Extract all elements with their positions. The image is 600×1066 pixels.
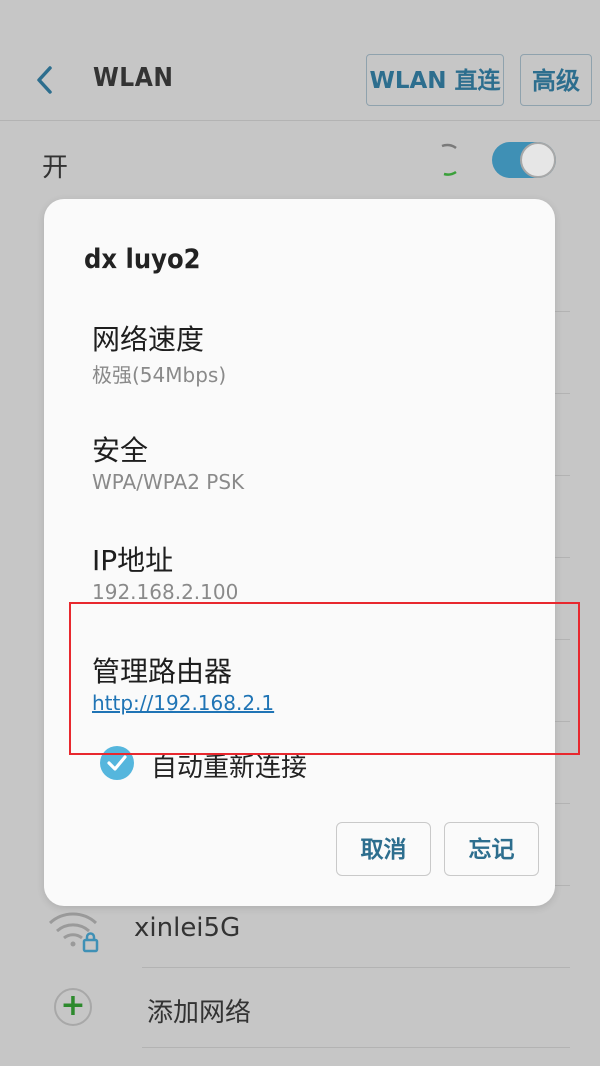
router-label: 管理路由器: [92, 655, 233, 688]
app-bar: WLAN WLAN 直连 高级: [0, 0, 600, 120]
toggle-knob: [520, 142, 556, 178]
ip-label: IP地址: [92, 544, 174, 577]
cancel-button[interactable]: 取消: [336, 822, 431, 876]
plus-icon: +: [54, 988, 92, 1026]
back-arrow-icon: [37, 66, 52, 94]
wlan-direct-button[interactable]: WLAN 直连: [366, 54, 504, 106]
add-network-label: 添加网络: [147, 998, 252, 1028]
dialog-title: dx luyo2: [84, 244, 201, 275]
auto-reconnect-checkbox[interactable]: [100, 746, 134, 780]
speed-value: 极强(54Mbps): [92, 363, 227, 387]
forget-button[interactable]: 忘记: [444, 822, 539, 876]
loading-spinner-icon: [441, 143, 457, 176]
checkmark-icon: [107, 755, 127, 771]
speed-label: 网络速度: [92, 323, 205, 356]
wifi-locked-icon: [48, 912, 99, 953]
auto-reconnect-label: 自动重新连接: [151, 753, 308, 783]
wlan-toggle[interactable]: [492, 142, 556, 178]
network-name: xinlei5G: [134, 913, 241, 943]
page-title: WLAN: [93, 63, 174, 93]
network-details-dialog: dx luyo2 网络速度 极强(54Mbps) 安全 WPA/WPA2 PSK…: [44, 199, 555, 906]
advanced-button[interactable]: 高级: [520, 54, 592, 106]
security-label: 安全: [92, 434, 149, 467]
back-button[interactable]: [30, 58, 60, 102]
security-value: WPA/WPA2 PSK: [92, 470, 245, 494]
ip-value: 192.168.2.100: [92, 580, 239, 604]
wlan-switch-label: 开: [42, 153, 69, 183]
router-link[interactable]: http://192.168.2.1: [92, 691, 274, 715]
